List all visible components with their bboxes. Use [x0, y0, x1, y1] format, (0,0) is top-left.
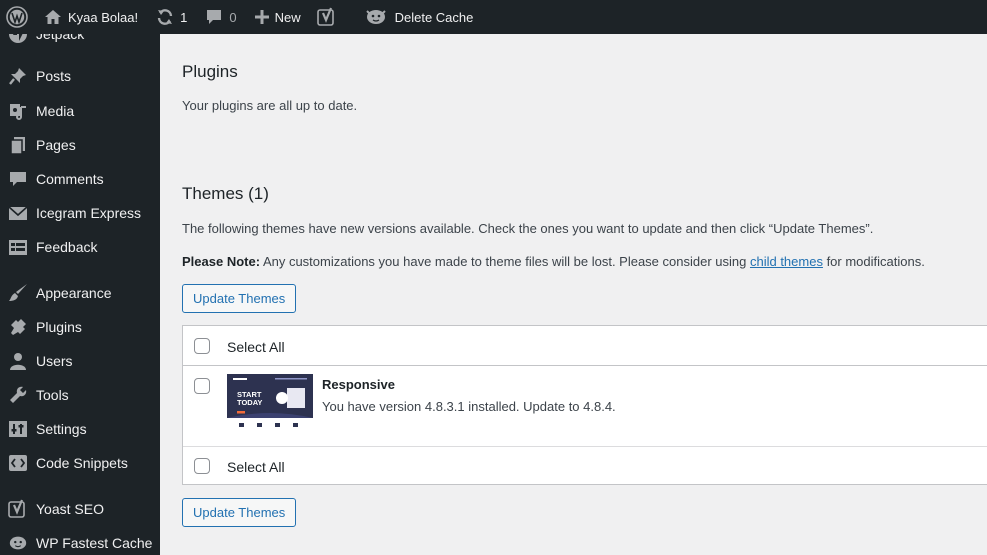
sidebar-item-icegram-express[interactable]: Icegram Express — [0, 196, 160, 230]
sidebar-item-plugins[interactable]: Plugins — [0, 310, 160, 344]
select-all-row-top: Select All — [183, 326, 987, 366]
sidebar-item-label: Icegram Express — [36, 205, 142, 221]
sidebar-item-feedback[interactable]: Feedback — [0, 230, 160, 264]
select-all-checkbox-bottom[interactable] — [194, 458, 210, 474]
themes-description: The following themes have new versions a… — [182, 221, 874, 236]
theme-name: Responsive — [322, 377, 395, 392]
pages-icon — [8, 135, 28, 155]
sidebar-item-jetpack[interactable]: Jetpack — [0, 34, 160, 51]
sidebar-item-label: Tools — [36, 387, 69, 403]
home-icon — [44, 8, 62, 26]
sidebar-item-code-snippets[interactable]: Code Snippets — [0, 446, 160, 480]
sliders-icon — [8, 419, 28, 439]
sidebar-item-label: Yoast SEO — [36, 501, 104, 517]
delete-cache-label: Delete Cache — [394, 9, 474, 25]
new-label: New — [274, 9, 301, 25]
themes-table: Select All START TODAY Responsive You ha… — [182, 325, 987, 485]
themes-heading: Themes (1) — [182, 184, 269, 203]
themes-note: Please Note: Any customizations you have… — [182, 254, 925, 269]
sidebar-item-yoast-seo[interactable]: Yoast SEO — [0, 492, 160, 526]
select-all-checkbox-top[interactable] — [194, 338, 210, 354]
plus-icon — [254, 10, 269, 24]
sidebar-item-label: Posts — [36, 68, 72, 84]
sidebar-item-label: Users — [36, 353, 73, 369]
note-text: Any customizations you have made to them… — [260, 254, 750, 269]
sidebar-item-label: Jetpack — [36, 34, 85, 42]
pushpin-icon — [8, 66, 28, 86]
envelope-icon — [8, 203, 28, 223]
admin-sidebar: Jetpack Posts Media Pages Comments Icegr… — [0, 34, 160, 555]
plug-icon — [8, 317, 28, 337]
update-themes-button-top[interactable]: Update Themes — [182, 284, 297, 313]
admin-bar: Kyaa Bolaa! 1 0 New Delete Cache — [0, 0, 987, 34]
sidebar-item-posts[interactable]: Posts — [0, 59, 160, 93]
yoast-icon — [8, 499, 28, 519]
sidebar-item-comments[interactable]: Comments — [0, 162, 160, 196]
sidebar-item-label: Feedback — [36, 239, 98, 255]
feedback-icon — [8, 237, 28, 257]
sidebar-item-wp-fastest-cache[interactable]: WP Fastest Cache — [0, 526, 160, 555]
note-end: for modifications. — [822, 254, 925, 269]
theme-row: START TODAY Responsive You have version … — [183, 366, 987, 447]
sidebar-item-label: Plugins — [36, 319, 82, 335]
comments-count: 0 — [229, 9, 237, 25]
select-all-label-bottom: Select All — [227, 459, 285, 475]
sidebar-item-appearance[interactable]: Appearance — [0, 276, 160, 310]
comment-bubble-icon — [205, 8, 223, 26]
sidebar-item-tools[interactable]: Tools — [0, 378, 160, 412]
updates-count: 1 — [180, 9, 188, 25]
refresh-icon — [156, 8, 174, 26]
paintbrush-icon — [8, 283, 28, 303]
sidebar-item-users[interactable]: Users — [0, 344, 160, 378]
cheetah-icon — [365, 8, 387, 26]
thumb-text-today: TODAY — [237, 398, 262, 407]
media-icon — [8, 101, 28, 121]
code-icon — [8, 453, 28, 473]
child-themes-link[interactable]: child themes — [750, 254, 823, 269]
user-icon — [8, 351, 28, 371]
sidebar-item-label: Settings — [36, 421, 87, 437]
comments-link[interactable]: 0 — [195, 0, 244, 34]
sidebar-item-media[interactable]: Media — [0, 94, 160, 128]
jetpack-icon — [8, 34, 28, 44]
wp-logo-button[interactable] — [0, 0, 36, 34]
comment-icon — [8, 169, 28, 189]
sidebar-item-label: Code Snippets — [36, 455, 128, 471]
yoast-adminbar-button[interactable] — [309, 0, 345, 34]
sidebar-item-label: Appearance — [36, 285, 112, 301]
wrench-icon — [8, 385, 28, 405]
sidebar-item-pages[interactable]: Pages — [0, 128, 160, 162]
new-content-link[interactable]: New — [245, 0, 309, 34]
sidebar-item-settings[interactable]: Settings — [0, 412, 160, 446]
sidebar-item-label: Pages — [36, 137, 76, 153]
sidebar-item-label: Comments — [36, 171, 104, 187]
wordpress-logo-icon — [6, 6, 28, 28]
theme-checkbox[interactable] — [194, 378, 210, 394]
delete-cache-button[interactable]: Delete Cache — [345, 0, 482, 34]
sidebar-item-label: Media — [36, 103, 75, 119]
yoast-icon — [316, 7, 337, 27]
site-name: Kyaa Bolaa! — [68, 9, 139, 25]
plugins-heading: Plugins — [182, 62, 238, 81]
update-themes-button-bottom[interactable]: Update Themes — [182, 498, 297, 527]
theme-thumbnail: START TODAY — [227, 374, 313, 434]
updates-link[interactable]: 1 — [146, 0, 195, 34]
sidebar-item-label: WP Fastest Cache — [36, 535, 153, 551]
theme-version-info: You have version 4.8.3.1 installed. Upda… — [322, 399, 616, 414]
select-all-label-top: Select All — [227, 339, 285, 355]
site-name-link[interactable]: Kyaa Bolaa! — [36, 0, 146, 34]
plugins-message: Your plugins are all up to date. — [182, 98, 358, 113]
select-all-row-bottom: Select All — [183, 447, 987, 485]
note-label: Please Note: — [182, 254, 261, 269]
cheetah-icon — [8, 533, 28, 553]
